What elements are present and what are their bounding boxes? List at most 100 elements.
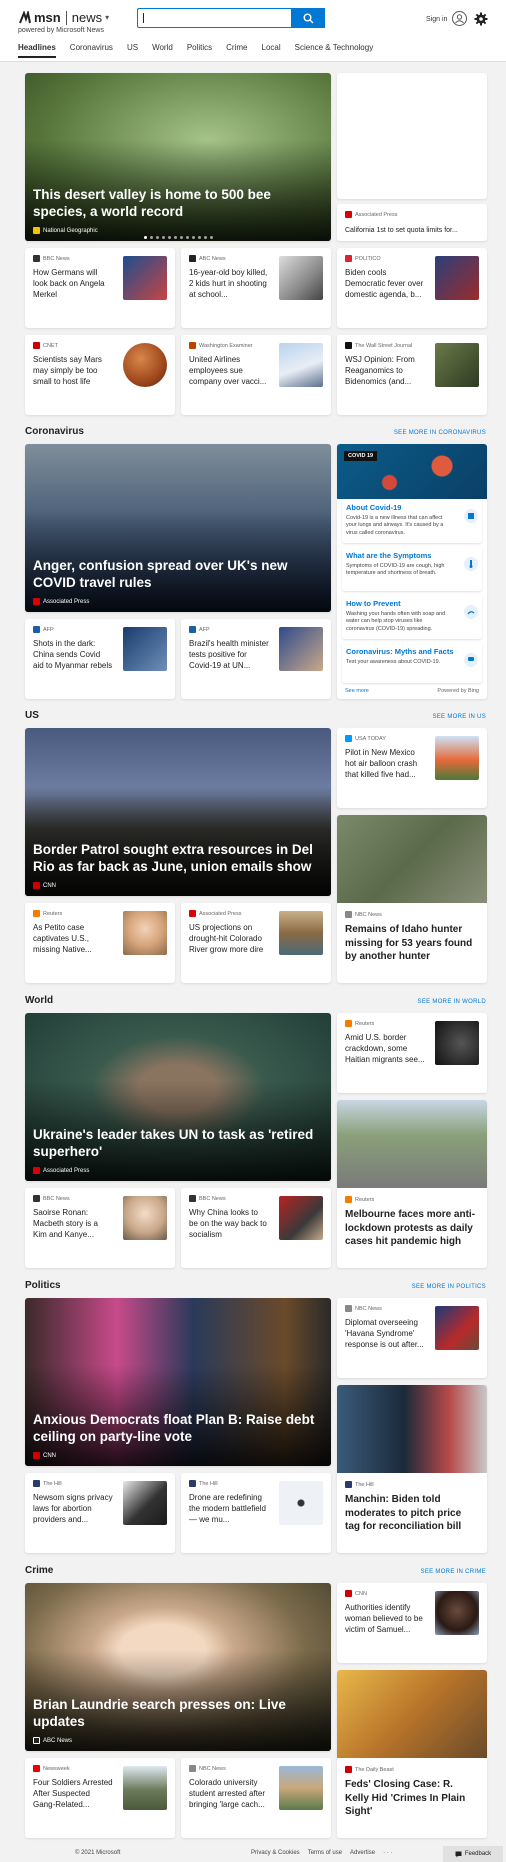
hero-title: Anxious Democrats float Plan B: Raise de… — [33, 1411, 315, 1445]
card-image — [337, 815, 487, 903]
more-options-button[interactable]: · · · — [383, 1850, 392, 1856]
tall-news-card[interactable]: NBC News Remains of Idaho hunter missing… — [337, 815, 487, 983]
carousel-dots[interactable] — [25, 236, 331, 239]
thumbnail-image — [279, 343, 323, 387]
news-card[interactable]: AFP Shots in the dark: China sends Covid… — [25, 619, 175, 699]
nav-politics[interactable]: Politics — [187, 43, 212, 58]
category-nav: Headlines Coronavirus US World Politics … — [18, 43, 373, 58]
advertise-link[interactable]: Advertise — [350, 1850, 375, 1856]
nav-local[interactable]: Local — [262, 43, 281, 58]
headline: Why China looks to be on the way back to… — [189, 1208, 267, 1239]
source-name: BBC News — [199, 1195, 226, 1202]
nav-headlines[interactable]: Headlines — [18, 43, 56, 58]
card-image — [337, 1385, 487, 1473]
news-card[interactable]: AFP Brazil's health minister tests posit… — [181, 619, 331, 699]
gear-icon[interactable] — [474, 12, 488, 26]
section-title-world: World — [25, 995, 54, 1006]
hero-card[interactable]: This desert valley is home to 500 bee sp… — [25, 73, 331, 241]
see-more-politics[interactable]: SEE MORE IN POLITICS — [412, 1284, 486, 1290]
tall-news-card[interactable]: Reuters Melbourne faces more anti-lockdo… — [337, 1100, 487, 1268]
covid-item-prevent[interactable]: How to Prevent Washing your hands often … — [342, 595, 482, 639]
footer: © 2021 Microsoft Privacy & Cookies Terms… — [0, 1846, 506, 1862]
hero-card[interactable]: Border Patrol sought extra resources in … — [25, 728, 331, 896]
reuters-icon — [345, 1020, 352, 1027]
sign-in-link[interactable]: Sign in — [426, 16, 447, 23]
covid-item-symptoms[interactable]: What are the Symptoms Symptoms of COVID-… — [342, 547, 482, 591]
the-hill-icon — [345, 1481, 352, 1488]
msn-butterfly-icon — [19, 10, 31, 23]
source-label: Associated Press — [189, 910, 242, 917]
news-card[interactable]: POLITICO Biden cools Democratic fever ov… — [337, 248, 487, 328]
source-label: AFP — [33, 626, 54, 633]
news-card[interactable]: BBC News Why China looks to be on the wa… — [181, 1188, 331, 1268]
headline: As Petito case captivates U.S., missing … — [33, 923, 92, 954]
nav-coronavirus[interactable]: Coronavirus — [70, 43, 113, 58]
abc-icon — [33, 1737, 40, 1744]
covid-item-about[interactable]: About Covid-19 Covid-19 is a new illness… — [342, 499, 482, 543]
hero-card[interactable]: Anger, confusion spread over UK's new CO… — [25, 444, 331, 612]
hero-card[interactable]: Brian Laundrie search presses on: Live u… — [25, 1583, 331, 1751]
wsj-icon — [345, 342, 352, 349]
feedback-button[interactable]: Feedback — [443, 1846, 503, 1862]
nav-us[interactable]: US — [127, 43, 138, 58]
covid-item-desc: Washing your hands often with soap and w… — [346, 611, 446, 632]
source-label: Reuters — [345, 1020, 374, 1027]
source-name: USA TODAY — [355, 735, 386, 742]
nav-world[interactable]: World — [152, 43, 173, 58]
privacy-link[interactable]: Privacy & Cookies — [251, 1850, 300, 1856]
headline: Diplomat overseeing 'Havana Syndrome' re… — [345, 1318, 424, 1349]
hero-card[interactable]: Ukraine's leader takes UN to task as 're… — [25, 1013, 331, 1181]
source-label: CNET — [33, 342, 58, 349]
terms-link[interactable]: Terms of use — [308, 1850, 342, 1856]
news-card[interactable]: CNET Scientists say Mars may simply be t… — [25, 335, 175, 415]
side-small-card[interactable]: Associated Press California 1st to set q… — [337, 204, 487, 241]
news-card[interactable]: NBC News Diplomat overseeing 'Havana Syn… — [337, 1298, 487, 1378]
headline: Authorities identify woman believed to b… — [345, 1603, 423, 1634]
avatar-icon[interactable] — [452, 11, 467, 26]
cnn-icon — [33, 1452, 40, 1459]
news-card[interactable]: BBC News Saoirse Ronan: Macbeth story is… — [25, 1188, 175, 1268]
afp-icon — [33, 626, 40, 633]
covid-item-myths[interactable]: Coronavirus: Myths and Facts Test your a… — [342, 643, 482, 683]
source-label: USA TODAY — [345, 735, 386, 742]
news-card[interactable]: Reuters As Petito case captivates U.S., … — [25, 903, 175, 983]
see-more-us[interactable]: SEE MORE IN US — [432, 714, 486, 720]
headline: Melbourne faces more anti-lockdown prote… — [345, 1209, 476, 1247]
tall-news-card[interactable]: The Hill Manchin: Biden told moderates t… — [337, 1385, 487, 1553]
cnn-icon — [33, 882, 40, 889]
msn-news-logo[interactable]: msn news ▾ — [18, 10, 109, 25]
abc-icon — [189, 255, 196, 262]
source-name: POLITICO — [355, 255, 381, 262]
headline: United Airlines employees sue company ov… — [189, 355, 267, 386]
news-card[interactable]: ABC News 16-year-old boy killed, 2 kids … — [181, 248, 331, 328]
news-card[interactable]: Reuters Amid U.S. border crackdown, some… — [337, 1013, 487, 1093]
news-card[interactable]: BBC News How Germans will look back on A… — [25, 248, 175, 328]
nav-crime[interactable]: Crime — [226, 43, 247, 58]
tall-news-card[interactable]: The Daily Beast Feds' Closing Case: R. K… — [337, 1670, 487, 1838]
hero-card[interactable]: Anxious Democrats float Plan B: Raise de… — [25, 1298, 331, 1466]
covid-see-more[interactable]: See more — [345, 688, 369, 694]
source-name: The Wall Street Journal — [355, 342, 413, 349]
headline: US projections on drought-hit Colorado R… — [189, 923, 264, 954]
see-more-coronavirus[interactable]: SEE MORE IN CORONAVIRUS — [394, 430, 486, 436]
hero-title: Ukraine's leader takes UN to task as 're… — [33, 1126, 314, 1160]
news-card[interactable]: Associated Press US projections on droug… — [181, 903, 331, 983]
hero-source: Associated Press — [33, 1167, 89, 1174]
news-card[interactable]: CNN Authorities identify woman believed … — [337, 1583, 487, 1663]
news-card[interactable]: The Hill Drone are redefining the modern… — [181, 1473, 331, 1553]
news-card[interactable]: The Hill Newsom signs privacy laws for a… — [25, 1473, 175, 1553]
bbc-icon — [189, 1195, 196, 1202]
news-card[interactable]: USA TODAY Pilot in New Mexico hot air ba… — [337, 728, 487, 808]
news-card[interactable]: The Wall Street Journal WSJ Opinion: Fro… — [337, 335, 487, 415]
news-card[interactable]: Newsweek Four Soldiers Arrested After Su… — [25, 1758, 175, 1838]
covid-item-title: About Covid-19 — [346, 503, 402, 512]
news-card[interactable]: Washington Examiner United Airlines empl… — [181, 335, 331, 415]
search-button[interactable] — [291, 8, 325, 28]
news-card[interactable]: NBC News Colorado university student arr… — [181, 1758, 331, 1838]
chevron-down-icon[interactable]: ▾ — [105, 13, 109, 22]
thumbnail-image — [123, 911, 167, 955]
see-more-world[interactable]: SEE MORE IN WORLD — [418, 999, 486, 1005]
see-more-crime[interactable]: SEE MORE IN CRIME — [421, 1569, 486, 1575]
nav-science-technology[interactable]: Science & Technology — [295, 43, 374, 58]
hero-title: This desert valley is home to 500 bee sp… — [33, 186, 271, 220]
